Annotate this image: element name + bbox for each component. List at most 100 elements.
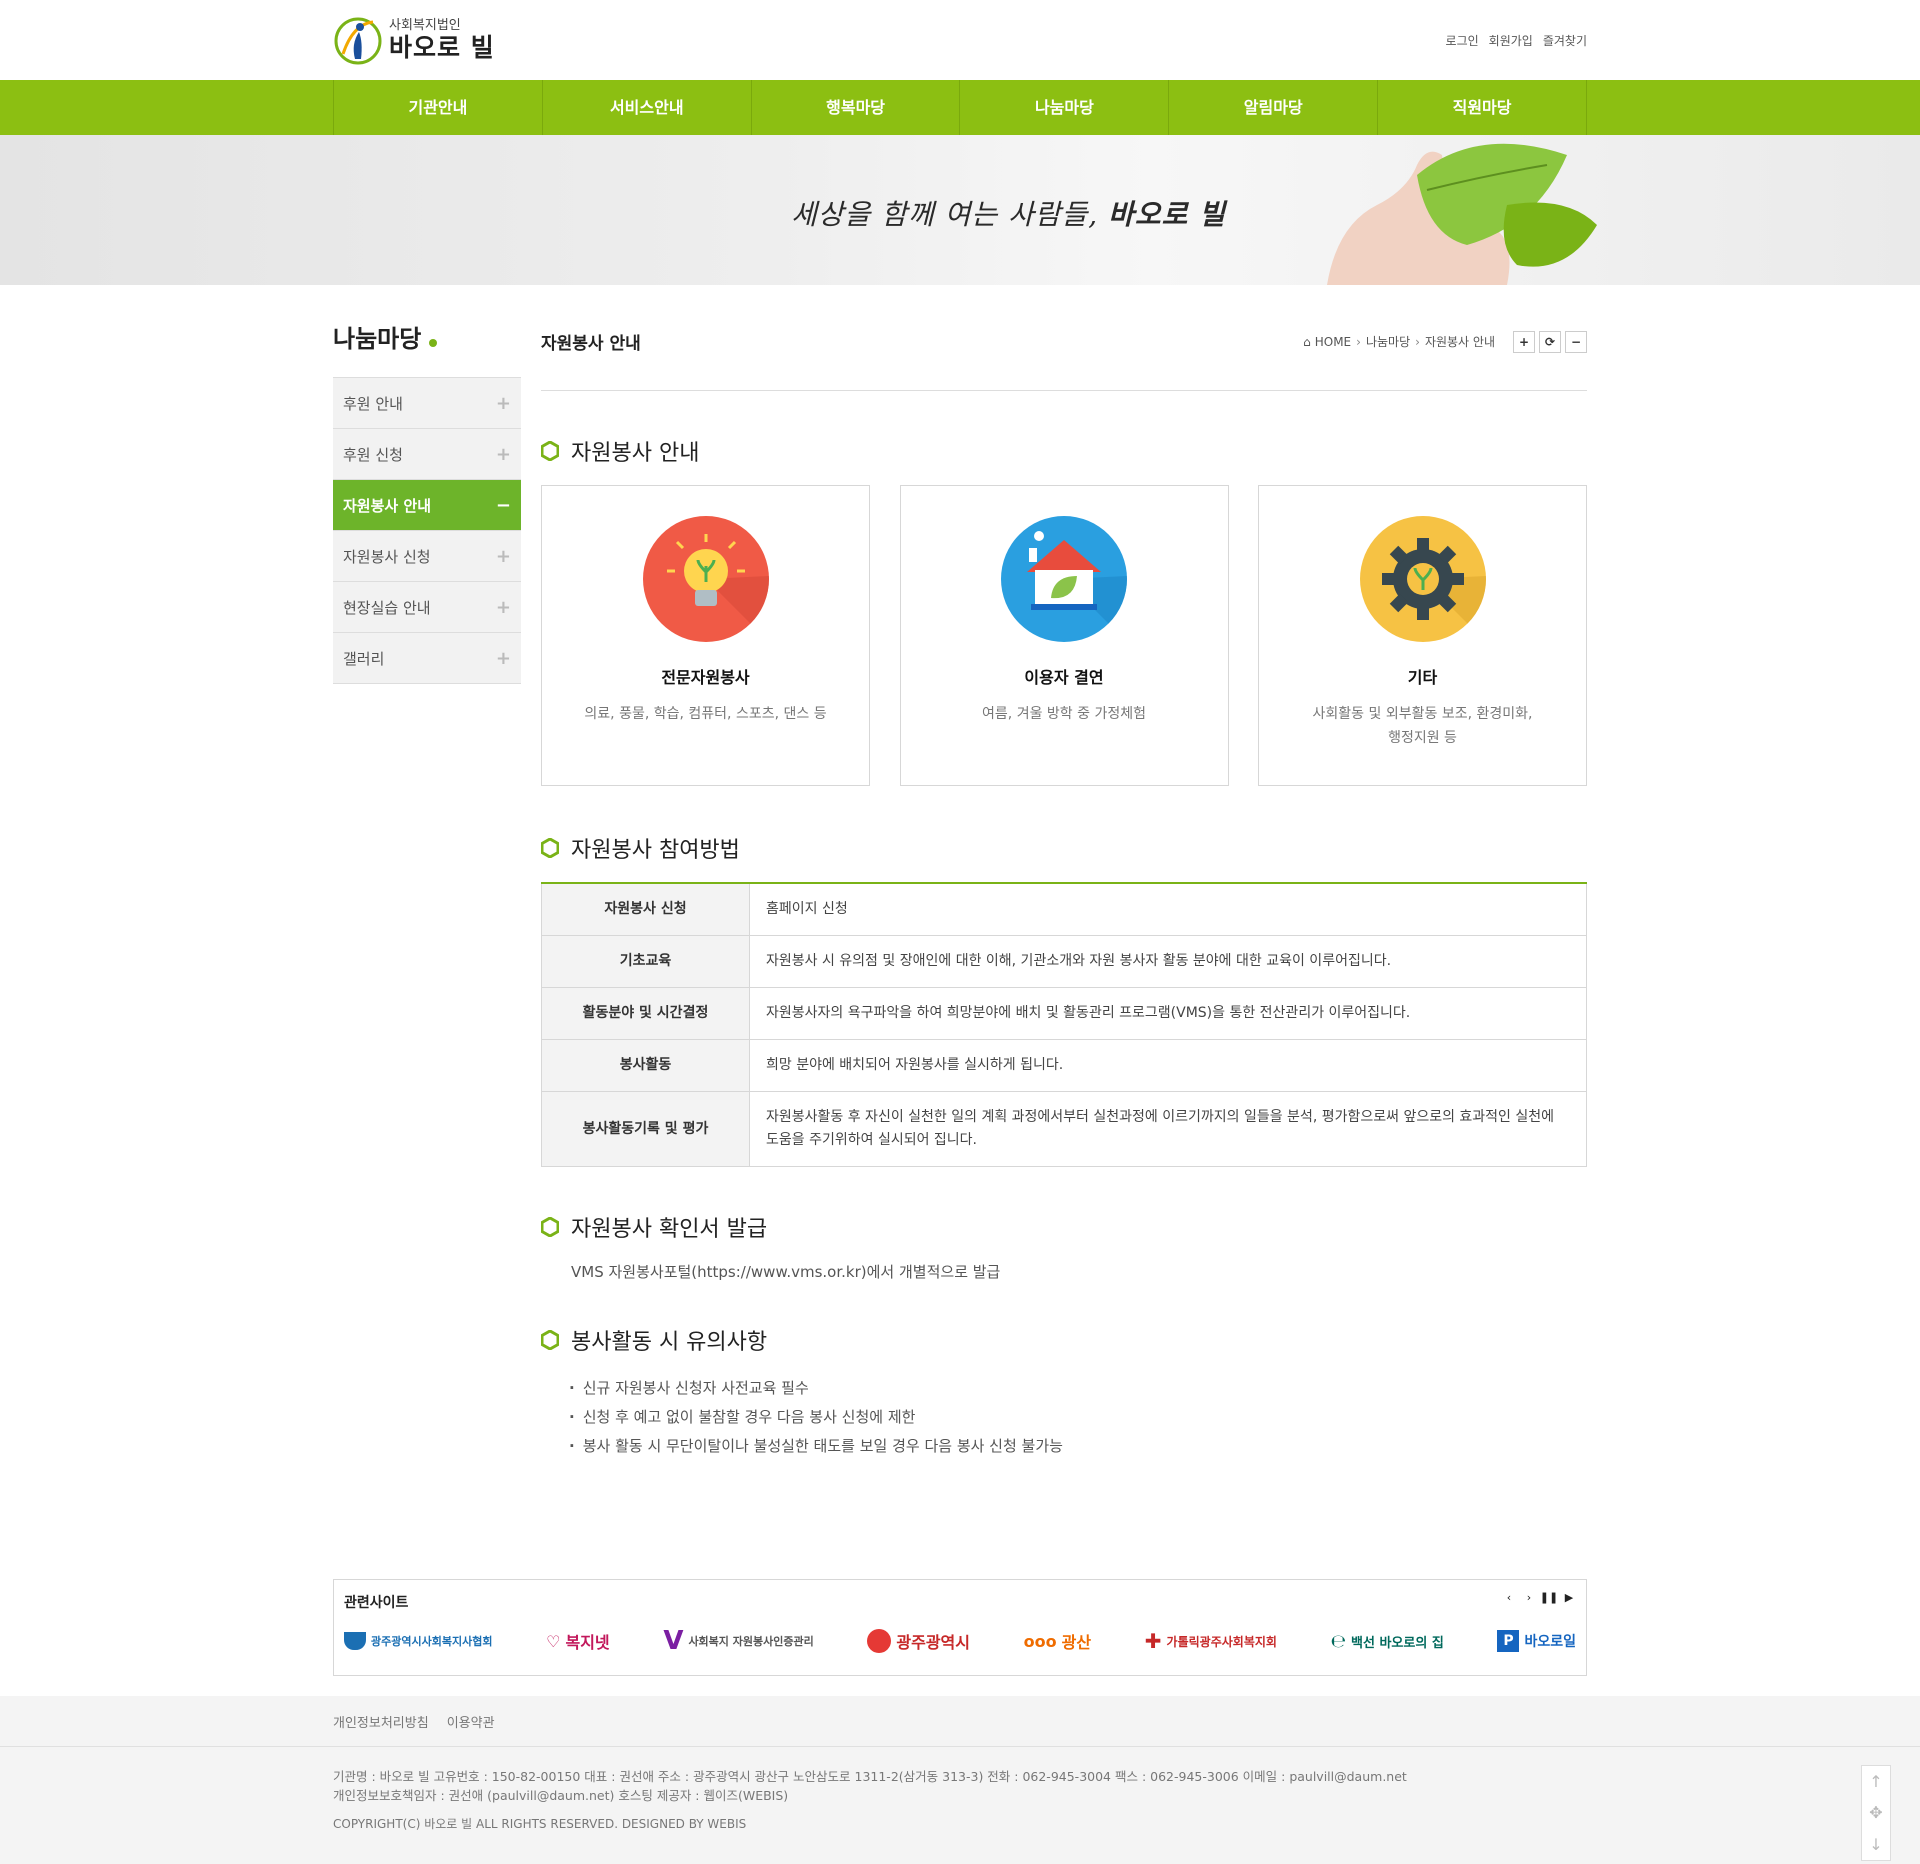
- hexagon-bullet-icon: [541, 1330, 559, 1350]
- breadcrumb: ⌂ HOME › 나눔마당 › 자원봉사 안내 + ⟳ −: [1303, 330, 1587, 353]
- hexagon-bullet-icon: [541, 1217, 559, 1237]
- house-leaf-icon: [1001, 516, 1127, 642]
- hexagon-bullet-icon: [541, 838, 559, 858]
- row-header: 봉사활동기록 및 평가: [541, 1091, 750, 1167]
- arrow-up-icon[interactable]: ↑: [1869, 1772, 1882, 1791]
- table-row: 봉사활동 희망 분야에 배치되어 자원봉사를 실시하게 됩니다.: [541, 1039, 1587, 1092]
- related-site-name: 광주광역시사회복지사협회: [371, 1635, 493, 1648]
- arrow-down-icon[interactable]: ↓: [1869, 1835, 1882, 1854]
- plus-icon: +: [495, 392, 511, 414]
- chevron-right-icon: ›: [1415, 334, 1420, 349]
- related-site-logo[interactable]: ♡ 복지넷: [546, 1629, 610, 1653]
- nav-item-about[interactable]: 기관안내: [334, 80, 543, 135]
- related-sites-title: 관련사이트: [344, 1595, 409, 1611]
- related-site-logo[interactable]: V 사회복지 자원봉사인증관리: [663, 1626, 813, 1656]
- privacy-policy-link[interactable]: 개인정보처리방침: [333, 1712, 429, 1731]
- side-item-donation-apply[interactable]: 후원 신청 +: [333, 429, 521, 480]
- home-icon: ⌂: [1303, 334, 1311, 349]
- banner-slogan: 세상을 함께 여는 사람들, 바오로 빌: [791, 193, 1226, 233]
- related-site-logo[interactable]: 광주광역시사회복지사협회: [344, 1632, 492, 1650]
- card-description: 여름, 겨울 방학 중 가정체험: [982, 706, 1146, 722]
- pause-button[interactable]: ❚❚: [1540, 1588, 1558, 1606]
- side-nav-title: 나눔마당: [333, 311, 521, 361]
- breadcrumb-home[interactable]: HOME: [1315, 335, 1351, 349]
- plus-icon: +: [495, 647, 511, 669]
- row-value: 자원봉사자의 욕구파악을 하여 희망분야에 배치 및 활동관리 프로그램(VMS…: [749, 987, 1587, 1040]
- section-title-text: 자원봉사 참여방법: [571, 838, 740, 863]
- main-navigation: 기관안내 서비스안내 행복마당 나눔마당 알림마당 직원마당: [0, 80, 1920, 135]
- side-item-donation-info[interactable]: 후원 안내 +: [333, 378, 521, 429]
- terms-link[interactable]: 이용약관: [447, 1712, 495, 1731]
- hand-leaf-image: [1327, 143, 1597, 285]
- logo[interactable]: 사회복지법인 바오로 빌: [333, 14, 495, 66]
- lightbulb-icon: [642, 516, 769, 642]
- nav-item-staff[interactable]: 직원마당: [1378, 80, 1587, 135]
- p-icon: P: [1497, 1630, 1520, 1652]
- related-site-name: 광주광역시: [896, 1633, 970, 1652]
- card-title: 전문자원봉사: [661, 668, 750, 687]
- related-site-logo[interactable]: ooo 광산: [1024, 1629, 1091, 1653]
- side-item-label: 후원 안내: [343, 394, 403, 413]
- related-site-name: 복지넷: [565, 1633, 610, 1652]
- side-item-volunteer-info[interactable]: 자원봉사 안내 −: [333, 480, 521, 531]
- breadcrumb-current: 자원봉사 안내: [1424, 335, 1495, 349]
- related-site-logo[interactable]: ℮ 백선 바오로의 집: [1331, 1631, 1444, 1652]
- list-item: 신규 자원봉사 신청자 사전교육 필수: [569, 1374, 1587, 1403]
- play-button[interactable]: ▶: [1560, 1588, 1578, 1606]
- list-item: 신청 후 예고 없이 불참할 경우 다음 봉사 신청에 제한: [569, 1403, 1587, 1432]
- table-row: 자원봉사 신청 홈페이지 신청: [541, 883, 1587, 936]
- main-content: 자원봉사 안내 ⌂ HOME › 나눔마당 › 자원봉사 안내 + ⟳ − 자원…: [541, 311, 1587, 1461]
- move-icon[interactable]: ✥: [1869, 1803, 1882, 1822]
- card-title: 기타: [1407, 668, 1438, 687]
- row-value: 자원봉사 시 유의점 및 장애인에 대한 이해, 기관소개와 자원 봉사자 활동…: [749, 935, 1587, 988]
- card-title: 이용자 결연: [1024, 668, 1104, 687]
- side-item-volunteer-apply[interactable]: 자원봉사 신청 +: [333, 531, 521, 582]
- nav-item-happiness[interactable]: 행복마당: [752, 80, 961, 135]
- zoom-out-button[interactable]: −: [1565, 330, 1587, 353]
- v-icon: V: [663, 1626, 684, 1656]
- card-description: 의료, 풍물, 학습, 컴퓨터, 스포츠, 댄스 등: [584, 706, 827, 722]
- related-sites-controls: ‹ › ❚❚ ▶: [1500, 1588, 1578, 1606]
- related-site-name: 사회복지 자원봉사인증관리: [688, 1635, 814, 1648]
- related-site-name: 바오로일: [1524, 1634, 1576, 1650]
- slogan-brand: 바오로 빌: [1108, 198, 1226, 231]
- row-header: 봉사활동: [541, 1039, 750, 1092]
- related-site-name: 백선 바오로의 집: [1351, 1635, 1444, 1651]
- signup-link[interactable]: 회원가입: [1489, 32, 1533, 49]
- volunteer-type-cards: 전문자원봉사 의료, 풍물, 학습, 컴퓨터, 스포츠, 댄스 등 이용자 결연…: [541, 485, 1587, 786]
- next-button[interactable]: ›: [1520, 1588, 1538, 1606]
- related-site-logo[interactable]: P 바오로일: [1497, 1630, 1576, 1652]
- side-item-gallery[interactable]: 갤러리 +: [333, 633, 521, 684]
- side-item-label: 자원봉사 안내: [343, 496, 432, 515]
- font-size-tools: + ⟳ −: [1509, 330, 1587, 353]
- plus-icon: +: [495, 545, 511, 567]
- breadcrumb-section[interactable]: 나눔마당: [1366, 333, 1410, 350]
- footer: 개인정보처리방침 이용약관 기관명 : 바오로 빌 고유번호 : 150-82-…: [0, 1696, 1920, 1864]
- login-link[interactable]: 로그인: [1446, 32, 1479, 49]
- section-title-volunteer-info: 자원봉사 안내: [541, 435, 1587, 467]
- bookmark-link[interactable]: 즐겨찾기: [1543, 32, 1587, 49]
- nav-item-services[interactable]: 서비스안내: [543, 80, 752, 135]
- reset-button[interactable]: ⟳: [1539, 330, 1561, 353]
- footer-links: 개인정보처리방침 이용약관: [333, 1696, 1587, 1746]
- green-dot-icon: [429, 339, 438, 347]
- related-logos: 광주광역시사회복지사협회 ♡ 복지넷 V 사회복지 자원봉사인증관리 광주광역시 o…: [344, 1626, 1576, 1656]
- plus-icon: +: [495, 443, 511, 465]
- city-emblem-icon: [867, 1629, 892, 1653]
- side-item-practicum[interactable]: 현장실습 안내 +: [333, 582, 521, 633]
- section-title-text: 자원봉사 확인서 발급: [571, 1217, 768, 1242]
- related-site-logo[interactable]: ✚ 가톨릭광주사회복지회: [1145, 1629, 1277, 1653]
- row-header: 활동분야 및 시간결정: [541, 987, 750, 1040]
- baekseon-icon: ℮: [1330, 1630, 1347, 1652]
- table-row: 기초교육 자원봉사 시 유의점 및 장애인에 대한 이해, 기관소개와 자원 봉…: [541, 935, 1587, 988]
- nav-item-notice[interactable]: 알림마당: [1169, 80, 1379, 135]
- minus-icon: −: [495, 494, 511, 516]
- zoom-in-button[interactable]: +: [1513, 330, 1535, 353]
- related-site-logo[interactable]: 광주광역시: [867, 1629, 970, 1653]
- prev-button[interactable]: ‹: [1500, 1588, 1518, 1606]
- page-header: 자원봉사 안내 ⌂ HOME › 나눔마당 › 자원봉사 안내 + ⟳ −: [541, 311, 1587, 391]
- section-title-text: 봉사활동 시 유의사항: [571, 1330, 768, 1355]
- side-navigation: 나눔마당 후원 안내 + 후원 신청 + 자원봉사 안내 − 자원봉사 신청 + 현장실…: [333, 311, 521, 1461]
- social-workers-icon: [344, 1632, 366, 1650]
- nav-item-sharing[interactable]: 나눔마당: [960, 80, 1170, 135]
